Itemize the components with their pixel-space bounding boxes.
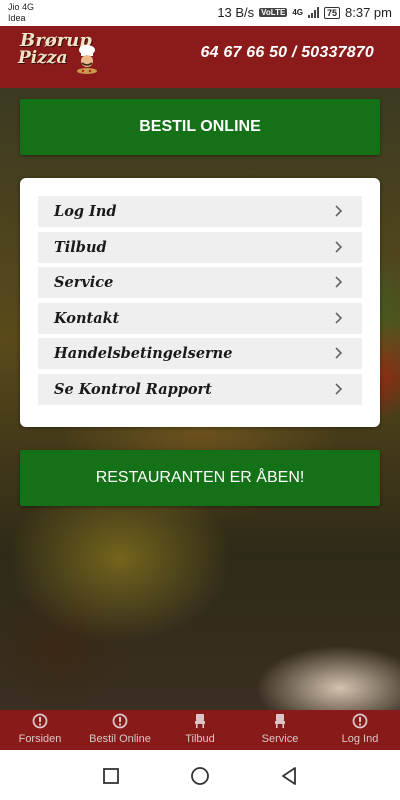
nav-item-forsiden[interactable]: Forsiden xyxy=(0,710,80,750)
menu-item-service[interactable]: Service xyxy=(38,267,362,298)
info-circle-icon xyxy=(352,713,368,729)
carrier-primary: Jio 4G xyxy=(8,2,35,12)
info-circle-icon xyxy=(32,713,48,729)
carrier-secondary: Idea xyxy=(8,13,26,23)
brand-logo[interactable]: Brørup Pizza xyxy=(14,30,104,84)
phone-number[interactable]: 64 67 66 50 / 50337870 xyxy=(201,44,374,62)
chevron-right-icon xyxy=(335,240,343,253)
order-online-button[interactable]: BESTIL ONLINE xyxy=(20,99,380,155)
menu-item-tilbud[interactable]: Tilbud xyxy=(38,231,362,263)
back-icon[interactable] xyxy=(279,766,299,786)
nav-item-log-ind[interactable]: Log Ind xyxy=(320,710,400,750)
menu-item-label: Tilbud xyxy=(54,238,107,256)
background-photo: BESTIL ONLINE Log Ind Tilbud Service Kon… xyxy=(0,88,400,710)
bottom-nav: Forsiden Bestil Online Tilbud Service Lo… xyxy=(0,710,400,750)
recent-apps-icon[interactable] xyxy=(101,766,121,786)
volte-badge: VoLTE xyxy=(259,8,288,17)
battery-level: 75 xyxy=(327,7,338,18)
nav-item-service[interactable]: Service xyxy=(240,710,320,750)
status-bar: Jio 4G Idea 13 B/s VoLTE 4G 75 8:37 pm xyxy=(0,0,400,26)
restaurant-status-button[interactable]: RESTAURANTEN ER ÅBEN! xyxy=(20,450,380,506)
menu-item-kontakt[interactable]: Kontakt xyxy=(38,302,362,334)
menu-item-handelsbetingelserne[interactable]: Handelsbetingelserne xyxy=(38,338,362,369)
chevron-right-icon xyxy=(335,347,343,359)
menu-item-kontrol-rapport[interactable]: Se Kontrol Rapport xyxy=(38,373,362,405)
nav-item-tilbud[interactable]: Tilbud xyxy=(160,710,240,750)
chevron-right-icon xyxy=(335,205,343,217)
menu-item-label: Kontakt xyxy=(54,309,120,327)
nav-label: Forsiden xyxy=(18,733,62,745)
nav-label: Tilbud xyxy=(185,733,215,745)
home-icon[interactable] xyxy=(190,766,210,786)
battery-icon: 75 xyxy=(324,6,341,19)
app-header: Brørup Pizza 64 67 66 50 / 50337870 xyxy=(0,26,400,88)
signal-icon xyxy=(308,7,319,18)
chair-icon xyxy=(275,714,285,728)
nav-label: Bestil Online xyxy=(89,733,151,745)
status-indicators: 13 B/s VoLTE 4G 75 8:37 pm xyxy=(217,5,392,20)
info-circle-icon xyxy=(112,713,128,729)
menu-item-label: Service xyxy=(54,274,114,291)
system-nav-bar xyxy=(0,750,400,800)
nav-label: Service xyxy=(261,733,299,745)
chevron-right-icon xyxy=(335,276,343,288)
menu-item-log-ind[interactable]: Log Ind xyxy=(38,196,362,227)
menu-item-label: Se Kontrol Rapport xyxy=(54,380,212,398)
chevron-right-icon xyxy=(335,382,343,395)
logo-text-pizza: Pizza xyxy=(18,48,68,68)
menu-item-label: Log Ind xyxy=(54,203,117,220)
chef-icon xyxy=(77,45,97,74)
nav-label: Log Ind xyxy=(341,733,379,745)
menu-list: Log Ind Tilbud Service Kontakt Handelsbe… xyxy=(38,196,362,409)
data-speed: 13 B/s xyxy=(217,5,255,20)
network-type: 4G xyxy=(292,8,303,17)
menu-item-label: Handelsbetingelserne xyxy=(54,345,233,362)
chevron-right-icon xyxy=(335,311,343,324)
chair-icon xyxy=(195,714,205,728)
nav-item-bestil-online[interactable]: Bestil Online xyxy=(80,710,160,750)
menu-card: Log Ind Tilbud Service Kontakt Handelsbe… xyxy=(20,178,380,427)
clock: 8:37 pm xyxy=(345,5,392,20)
carrier-info: Jio 4G Idea xyxy=(8,2,34,24)
